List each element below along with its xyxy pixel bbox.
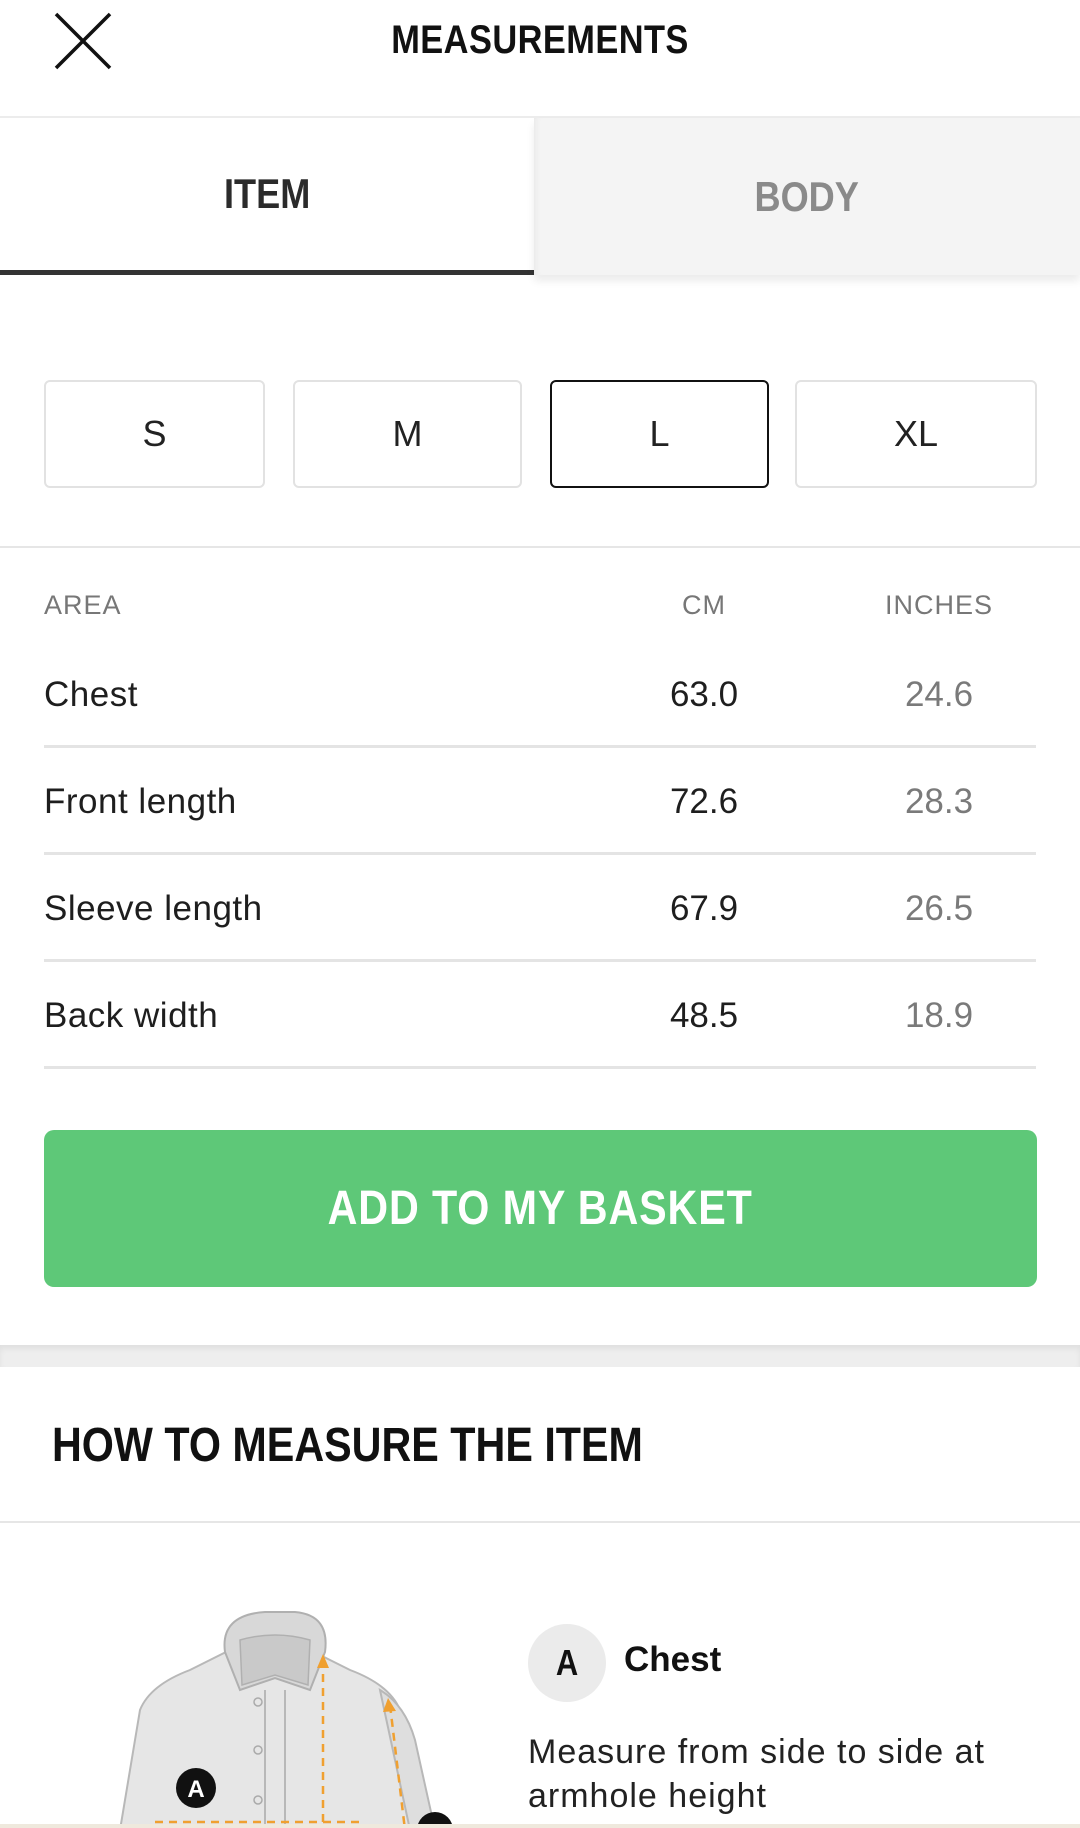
row-area: Sleeve length [44, 889, 263, 928]
row-inches: 28.3 [904, 782, 974, 821]
header-cm: CM [682, 590, 726, 620]
tab-body[interactable]: BODY [534, 118, 1080, 275]
size-option-l[interactable]: L [550, 380, 769, 488]
table-row: Back width 48.5 18.9 [44, 963, 1036, 1069]
row-area: Front length [44, 782, 237, 821]
row-cm: 67.9 [669, 889, 739, 928]
page-title: MEASUREMENTS [391, 18, 689, 62]
tab-body-label: BODY [754, 172, 860, 220]
table-row: Front length 72.6 28.3 [44, 749, 1036, 855]
size-option-xl[interactable]: XL [795, 380, 1037, 488]
tab-item-label: ITEM [223, 170, 311, 217]
divider [0, 1521, 1080, 1523]
shirt-diagram-icon: A [119, 1611, 453, 1828]
measure-letter-badge: A [528, 1624, 606, 1702]
header-inches: INCHES [884, 590, 993, 620]
size-option-m[interactable]: M [293, 380, 522, 488]
tab-item[interactable]: ITEM [0, 118, 534, 275]
measurements-page: MEASUREMENTS ITEM BODY S M L XL AREA CM … [0, 0, 1080, 1828]
bottom-edge [0, 1824, 1080, 1828]
table-row: Chest 63.0 24.6 [44, 642, 1036, 748]
row-cm: 72.6 [669, 782, 739, 821]
row-cm: 63.0 [669, 675, 739, 714]
add-to-basket-button[interactable]: ADD TO MY BASKET [44, 1130, 1037, 1287]
measure-description: Measure from side to side at armhole hei… [528, 1733, 985, 1815]
measure-letter: A [555, 1642, 579, 1683]
row-inches: 18.9 [904, 996, 974, 1035]
row-inches: 24.6 [904, 675, 974, 714]
row-area: Chest [44, 675, 138, 714]
add-to-basket-label: ADD TO MY BASKET [327, 1182, 754, 1235]
size-option-s[interactable]: S [44, 380, 265, 488]
section-separator [0, 1345, 1080, 1367]
diagram-marker-a: A [187, 1776, 204, 1803]
how-to-measure-title: HOW TO MEASURE THE ITEM [52, 1419, 643, 1472]
row-area: Back width [44, 996, 219, 1035]
divider [0, 546, 1080, 548]
table-row: Sleeve length 67.9 26.5 [44, 856, 1036, 962]
measurement-table-header: AREA CM INCHES [44, 590, 1036, 630]
header: MEASUREMENTS [0, 0, 1080, 118]
tab-bar: ITEM BODY [0, 118, 1080, 275]
row-cm: 48.5 [669, 996, 739, 1035]
header-area: AREA [44, 590, 122, 620]
measure-name: Chest [624, 1640, 722, 1679]
row-inches: 26.5 [904, 889, 974, 928]
size-selector: S M L XL [44, 380, 1037, 488]
